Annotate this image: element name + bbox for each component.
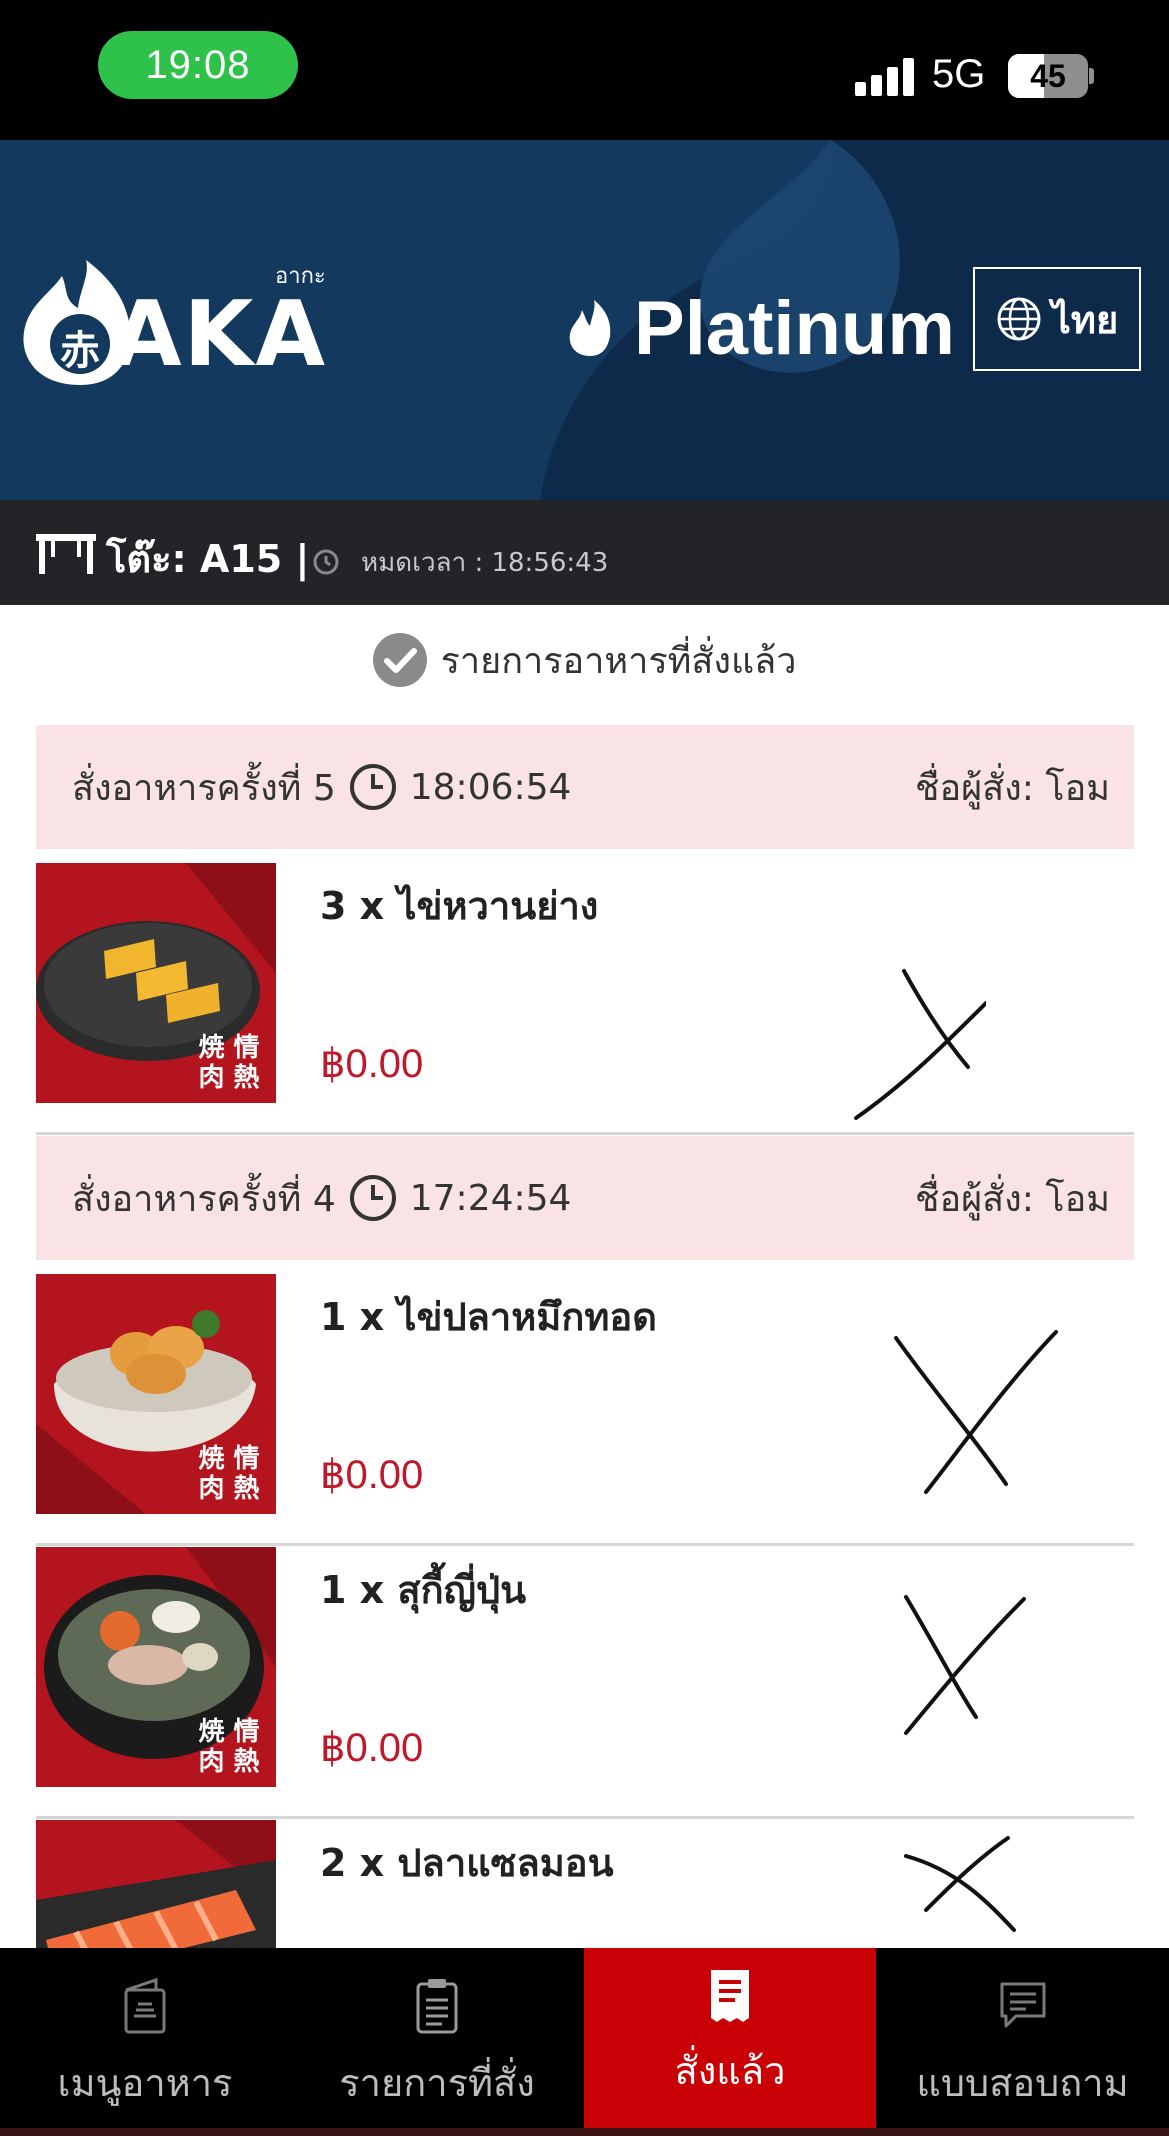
order-time: 17:24:54 xyxy=(409,1177,572,1219)
item-image-kanji: 焼 情肉 熱 xyxy=(198,1444,260,1504)
flame-icon xyxy=(569,300,611,356)
tier-label: Platinum xyxy=(634,285,955,371)
nav-tab-menu[interactable]: เมนูอาหาร xyxy=(0,1948,290,2136)
language-button[interactable]: ไทย xyxy=(973,267,1141,371)
order-round: สั่งอาหารครั้งที่ 5 18:06:54 xyxy=(72,725,571,849)
menu-book-icon xyxy=(124,1977,166,2034)
network-label: 5G xyxy=(932,52,986,96)
nav-label: เมนูอาหาร xyxy=(57,2061,233,2105)
orderer-name: ชื่อผู้สั่ง: โอม xyxy=(915,1178,1110,1220)
item-image-kanji: 焼 情肉 熱 xyxy=(198,1717,260,1777)
signal-icon xyxy=(855,56,915,96)
order-round-label: สั่งอาหารครั้งที่ 4 xyxy=(72,1178,336,1220)
order-header: สั่งอาหารครั้งที่ 4 17:24:54 ชื่อผู้สั่ง… xyxy=(36,1136,1134,1260)
home-indicator xyxy=(0,2128,1169,2136)
item-name: 2 x ปลาแซลมอน xyxy=(320,1841,614,1885)
item-image: 焼 情肉 熱 xyxy=(36,863,276,1103)
nav-tab-survey[interactable]: แบบสอบถาม xyxy=(876,1948,1169,2136)
status-bar: 19:08 5G 45 xyxy=(0,0,1169,140)
language-label: ไทย xyxy=(1051,297,1119,342)
logo-kanji: 赤 xyxy=(60,328,100,374)
item-price: ฿0.00 xyxy=(320,1453,424,1497)
cross-mark-icon xyxy=(904,1836,1016,1932)
receipt-icon xyxy=(711,1970,749,2022)
table-info-bar: โต๊ะ: A15 | หมดเวลา : 18:56:43 xyxy=(0,500,1169,605)
nav-tab-ordered[interactable]: สั่งแล้ว xyxy=(584,1948,876,2136)
order-item: 焼 情肉 熱 1 x สุกี้ญี่ปุ่น ฿0.00 xyxy=(36,1547,1134,1819)
bottom-navigation: เมนูอาหาร รายการที่สั่ง สั่งแล้ว แบบสอบถ… xyxy=(0,1948,1169,2136)
item-price: ฿0.00 xyxy=(320,1726,424,1770)
history-icon xyxy=(313,549,339,575)
item-name: 1 x สุกี้ญี่ปุ่น xyxy=(320,1568,527,1612)
orderer-name: ชื่อผู้สั่ง: โอม xyxy=(915,767,1110,809)
section-title: รายการอาหารที่สั่งแล้ว xyxy=(0,630,1169,690)
clock-icon xyxy=(349,1175,396,1221)
nav-label: สั่งแล้ว xyxy=(674,2049,786,2093)
order-round: สั่งอาหารครั้งที่ 4 17:24:54 xyxy=(72,1136,571,1260)
app-header: 赤 อากะ AKA Platinum ไทย xyxy=(0,140,1169,500)
table-icon xyxy=(36,534,96,574)
cross-mark-icon xyxy=(854,969,986,1120)
order-header: สั่งอาหารครั้งที่ 5 18:06:54 ชื่อผู้สั่ง… xyxy=(36,725,1134,849)
clipboard-icon xyxy=(416,1979,458,2034)
item-price: ฿0.00 xyxy=(320,1042,424,1086)
battery-tip xyxy=(1089,68,1094,84)
order-time: 18:06:54 xyxy=(409,766,572,808)
status-time: 19:08 xyxy=(98,31,298,99)
globe-icon xyxy=(997,297,1041,341)
item-image-kanji: 焼 情肉 熱 xyxy=(198,1033,260,1093)
expire-time: หมดเวลา : 18:56:43 xyxy=(361,548,609,578)
order-item: 焼 情肉 熱 3 x ไข่หวานย่าง ฿0.00 xyxy=(36,863,1134,1135)
clock-icon xyxy=(349,764,396,810)
table-number: โต๊ะ: A15 | xyxy=(106,537,310,581)
order-item: 焼 情肉 熱 1 x ไข่ปลาหมึกทอด ฿0.00 xyxy=(36,1274,1134,1546)
order-round-label: สั่งอาหารครั้งที่ 5 xyxy=(72,767,336,809)
cross-mark-icon xyxy=(904,1595,1026,1735)
battery-icon: 45 xyxy=(1008,54,1088,98)
item-name: 3 x ไข่หวานย่าง xyxy=(320,884,599,928)
section-title-text: รายการอาหารที่สั่งแล้ว xyxy=(440,640,797,682)
battery-percent: 45 xyxy=(1030,57,1066,94)
check-circle-icon xyxy=(372,633,427,687)
item-image: 焼 情肉 熱 xyxy=(36,1274,276,1514)
chat-icon xyxy=(1000,1982,1045,2028)
item-image: 焼 情肉 熱 xyxy=(36,1547,276,1787)
order-item: 2 x ปลาแซลมอน xyxy=(36,1820,1134,1948)
nav-label: แบบสอบถาม xyxy=(916,2061,1129,2105)
logo-text: AKA xyxy=(112,282,328,387)
membership-tier: Platinum xyxy=(568,278,955,378)
cross-mark-icon xyxy=(894,1330,1058,1494)
item-name: 1 x ไข่ปลาหมึกทอด xyxy=(320,1295,657,1339)
nav-label: รายการที่สั่ง xyxy=(339,2061,535,2105)
nav-tab-ordering[interactable]: รายการที่สั่ง xyxy=(290,1948,584,2136)
item-image xyxy=(36,1820,276,1948)
